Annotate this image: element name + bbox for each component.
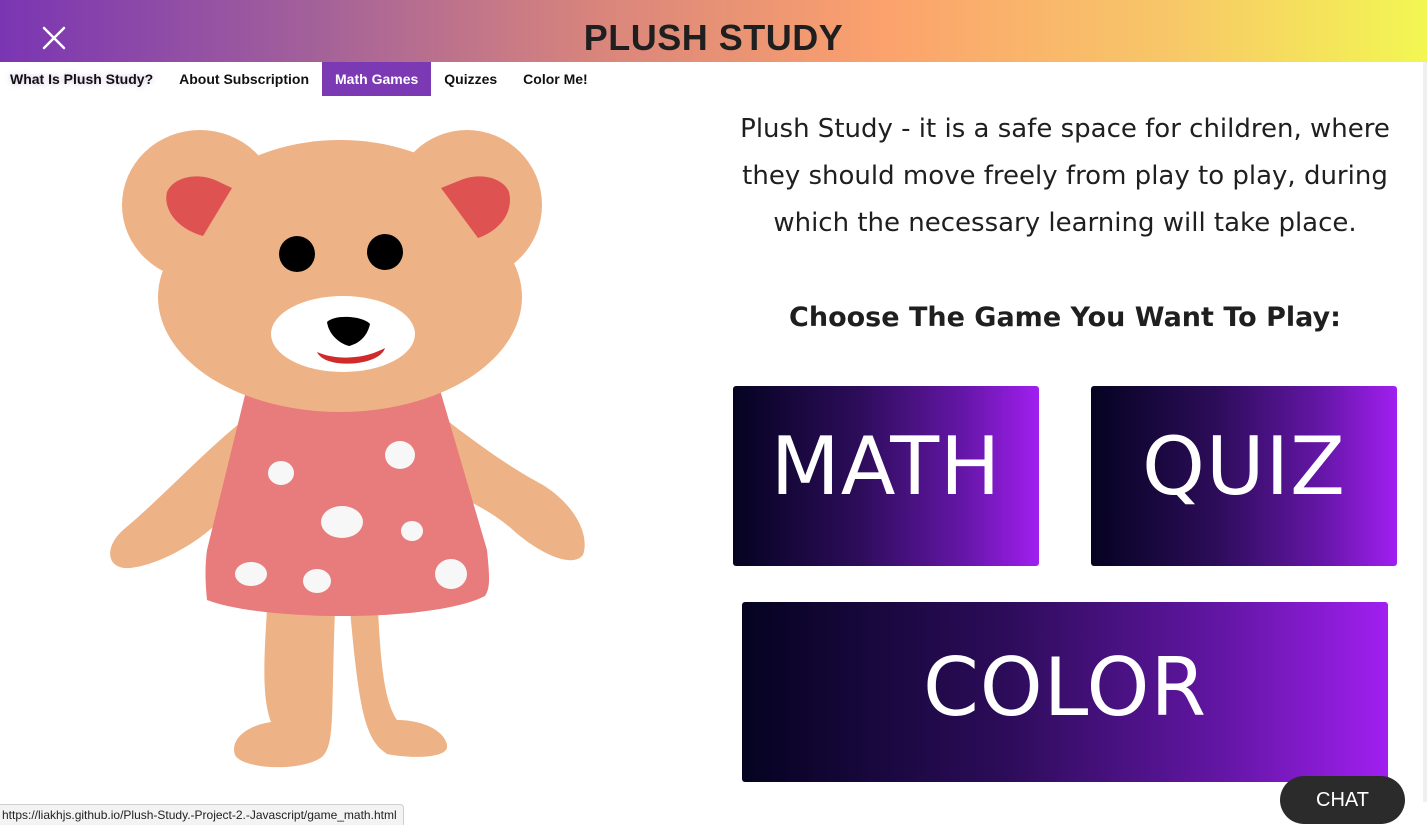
color-game-button[interactable]: COLOR [742, 602, 1388, 782]
math-button-label: MATH [770, 419, 1002, 513]
intro-text: Plush Study - it is a safe space for chi… [740, 114, 1390, 238]
chat-button[interactable]: CHAT [1280, 776, 1405, 824]
color-button-label: COLOR [922, 640, 1208, 734]
math-game-button[interactable]: MATH [733, 386, 1039, 566]
teddy-bear-illustration [95, 110, 595, 774]
nav-item-about-subscription[interactable]: About Subscription [166, 62, 322, 96]
nav-item-color-me[interactable]: Color Me! [510, 62, 601, 96]
site-title: PLUSH STUDY [583, 17, 844, 58]
nav-item-math-games[interactable]: Math Games [322, 62, 432, 96]
header-bar: PLUSH STUDY [0, 0, 1427, 62]
page: PLUSH STUDY What Is Plush Study? About S… [0, 0, 1427, 825]
choose-game-heading: Choose The Game You Want To Play: [789, 302, 1341, 333]
nav-item-what-is-plush-study[interactable]: What Is Plush Study? [0, 62, 166, 96]
nav-item-quizzes[interactable]: Quizzes [431, 62, 510, 96]
status-bar-url: https://liakhjs.github.io/Plush-Study.-P… [0, 804, 404, 825]
quiz-button-label: QUIZ [1142, 419, 1346, 513]
scroll-edge [1423, 62, 1427, 802]
quiz-game-button[interactable]: QUIZ [1091, 386, 1397, 566]
nav-bar: What Is Plush Study? About Subscription … [0, 62, 601, 96]
